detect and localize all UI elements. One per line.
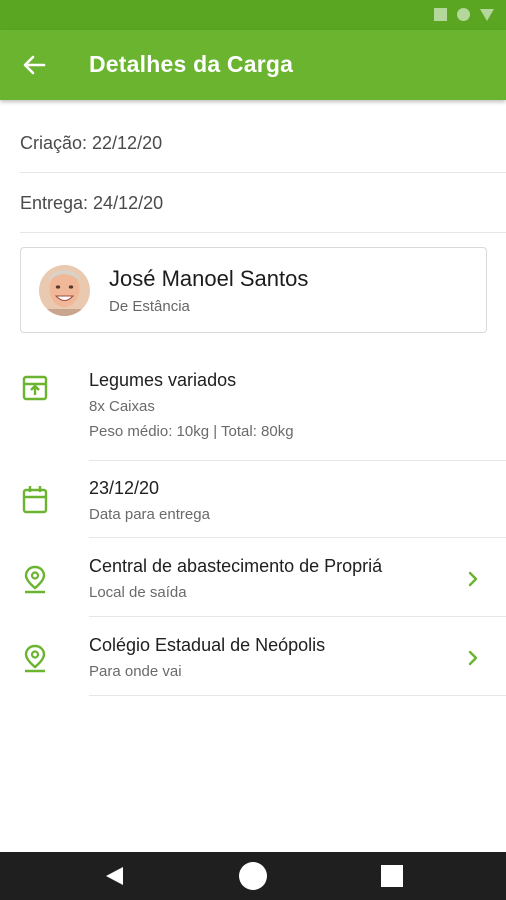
battery-triangle-icon xyxy=(480,8,494,21)
delivery-date-value: 23/12/20 xyxy=(89,478,160,498)
calendar-icon xyxy=(22,486,48,514)
triangle-back-icon[interactable] xyxy=(103,865,125,887)
status-icons xyxy=(434,8,494,21)
destination-location-item[interactable]: Colégio Estadual de Neópolis Para onde v… xyxy=(0,617,506,696)
arrow-left-icon xyxy=(23,55,46,75)
signal-square-icon xyxy=(434,8,447,21)
system-nav-bar xyxy=(0,852,506,900)
origin-label: Local de saída xyxy=(89,584,187,601)
avatar-image xyxy=(39,265,90,316)
creation-date: Criação: 22/12/20 xyxy=(20,113,506,173)
status-bar xyxy=(0,0,506,30)
cargo-title: Legumes variados xyxy=(89,370,237,390)
page-title: Detalhes da Carga xyxy=(89,51,294,77)
divider xyxy=(89,695,506,696)
package-icon xyxy=(22,375,48,401)
chevron-right-icon xyxy=(468,571,478,587)
delivery-date: Entrega: 24/12/20 xyxy=(20,173,506,233)
origin-name: Central de abastecimento de Propriá xyxy=(89,556,383,576)
cargo-quantity: 8x Caixas xyxy=(89,398,155,415)
sender-origin: De Estância xyxy=(109,298,190,315)
destination-name: Colégio Estadual de Neópolis xyxy=(89,635,326,655)
origin-location-item[interactable]: Central de abastecimento de Propriá Loca… xyxy=(0,538,506,617)
location-pin-icon xyxy=(24,565,46,594)
cargo-item: Legumes variados 8x Caixas Peso médio: 1… xyxy=(0,360,506,461)
square-recents-icon[interactable] xyxy=(381,865,403,887)
app-bar: Detalhes da Carga xyxy=(0,30,506,100)
back-button[interactable] xyxy=(18,51,50,79)
delivery-date-item: 23/12/20 Data para entrega xyxy=(0,461,506,538)
chevron-right-icon xyxy=(468,650,478,666)
avatar xyxy=(39,265,90,316)
sender-card[interactable]: José Manoel Santos De Estância xyxy=(20,247,487,333)
sender-name: José Manoel Santos xyxy=(109,266,309,291)
delivery-date-label: Data para entrega xyxy=(89,506,210,523)
location-pin-icon xyxy=(24,644,46,673)
wifi-dot-icon xyxy=(457,8,470,21)
cargo-weight: Peso médio: 10kg | Total: 80kg xyxy=(89,423,294,440)
circle-home-icon[interactable] xyxy=(239,862,267,890)
destination-label: Para onde vai xyxy=(89,663,182,680)
